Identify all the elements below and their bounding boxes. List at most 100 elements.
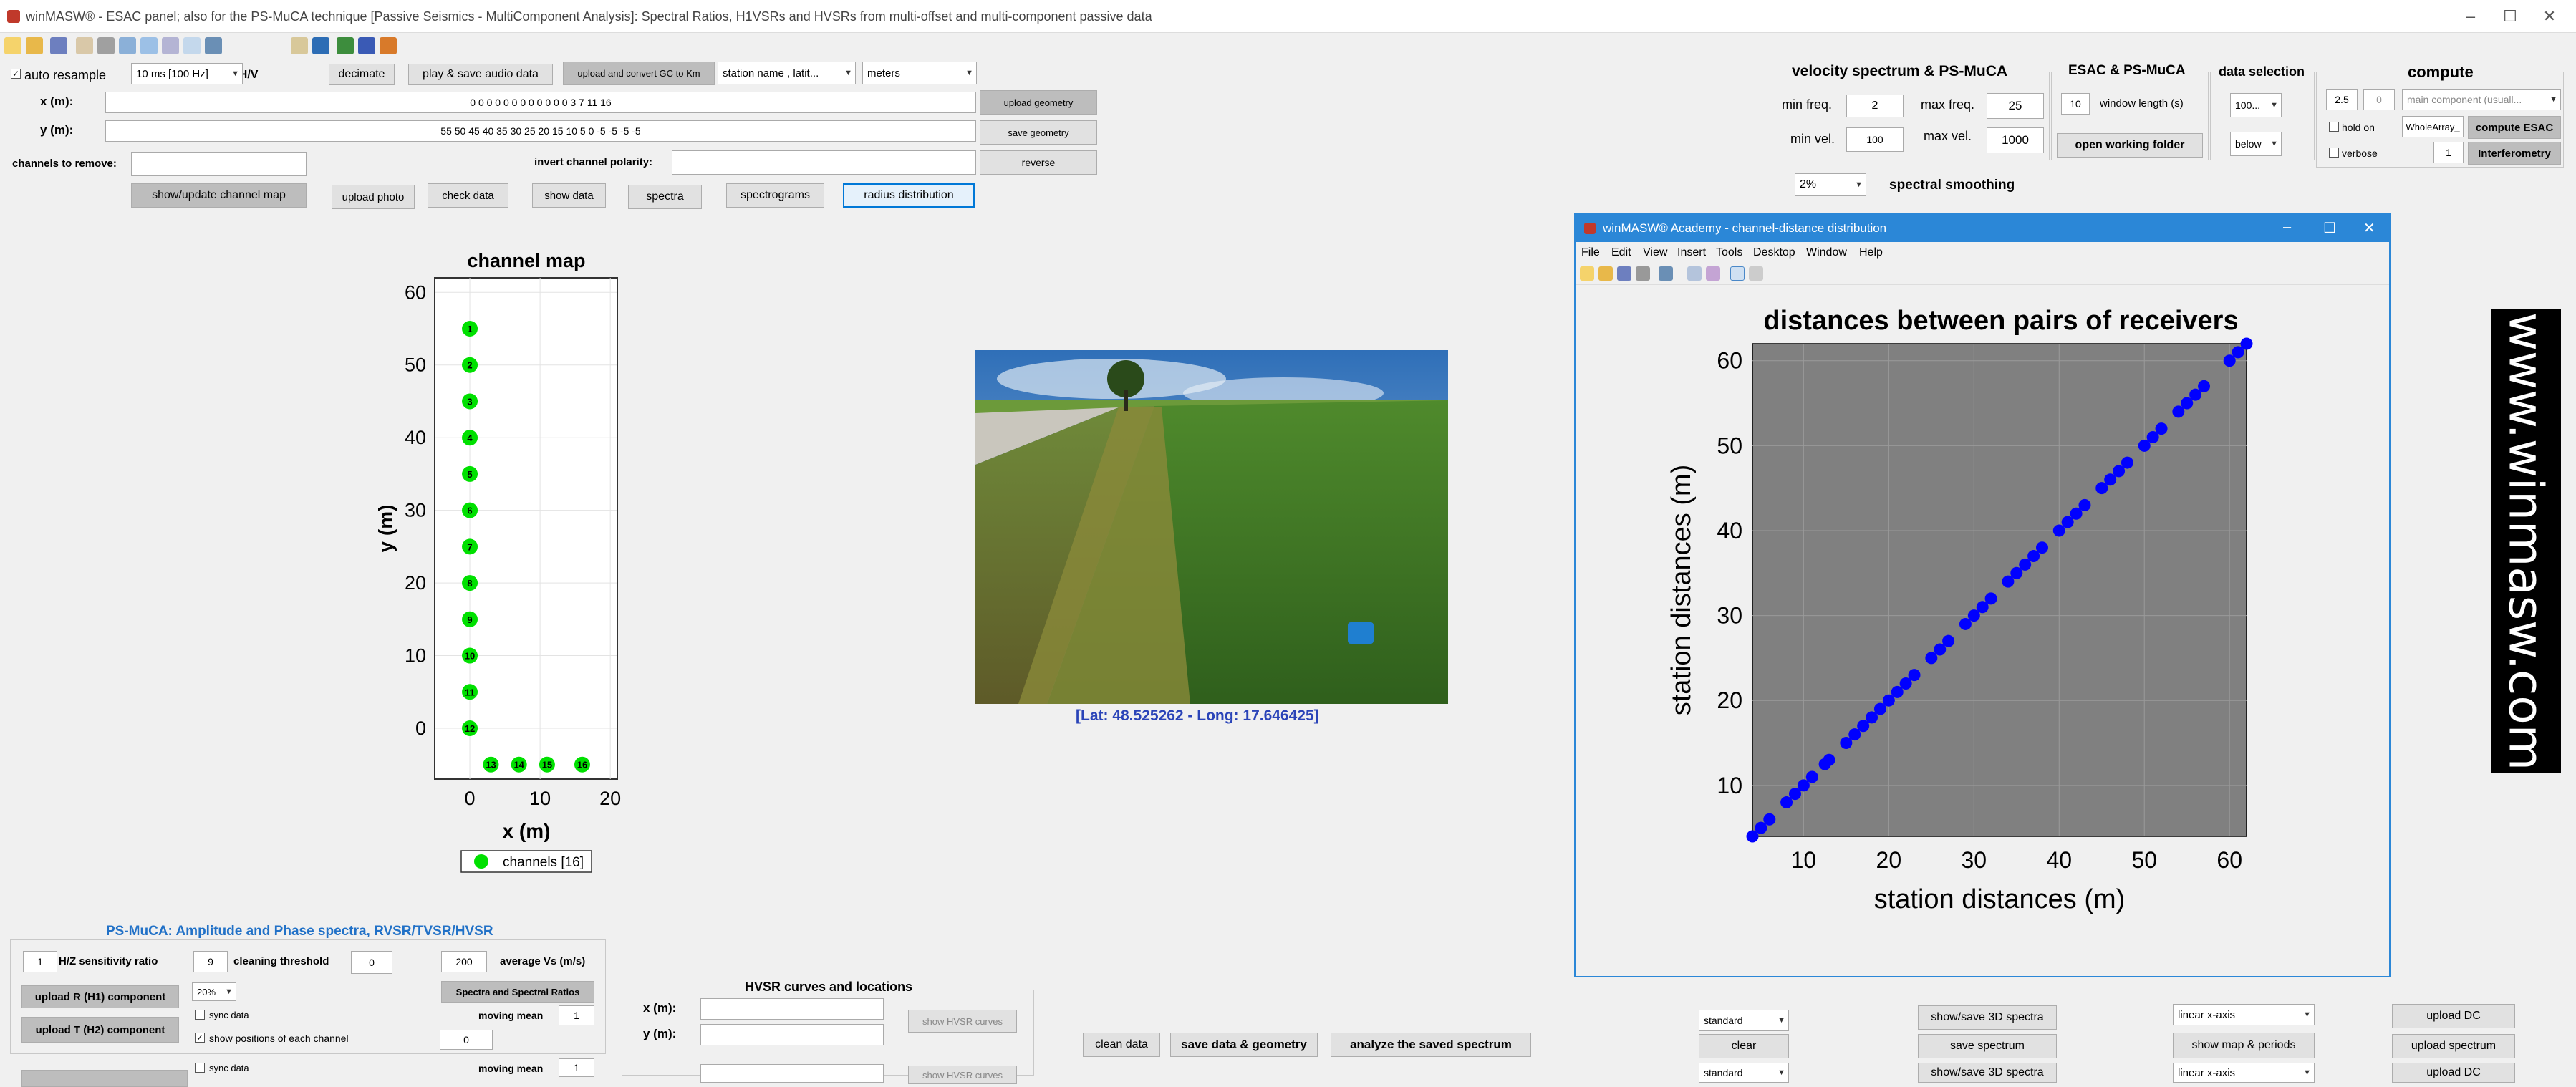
linear-axis-select[interactable]: linear x-axis ▼ [2173,1004,2315,1025]
verbose-value-input[interactable]: 1 [2433,142,2464,163]
show-map-periods-button[interactable]: show map & periods [2173,1033,2315,1058]
data-selection-select[interactable]: 100... ▼ [2230,93,2282,117]
max-freq-input[interactable]: 25 [1987,93,2044,119]
figure-maximize-button[interactable]: ☐ [2323,219,2336,237]
threshold-zero-input[interactable]: 0 [351,951,392,974]
hvsr-x-input-2[interactable] [700,1064,884,1083]
channels-remove-input[interactable] [131,152,307,176]
standard-select[interactable]: standard ▼ [1699,1010,1789,1031]
radius-distribution-button[interactable]: radius distribution [843,183,975,208]
x-coordinates-input[interactable]: 0 0 0 0 0 0 0 0 0 0 0 0 3 7 11 16 [105,92,976,113]
below-select[interactable]: below ▼ [2230,132,2282,156]
check-data-button[interactable]: check data [428,183,508,208]
interferometry-button[interactable]: Interferometry [2468,142,2561,165]
show-save-3d-spectra-button-2[interactable]: show/save 3D spectra [1918,1063,2057,1083]
invert-polarity-input[interactable] [672,150,976,175]
upload-geometry-button[interactable]: upload geometry [980,90,1097,115]
print-icon[interactable] [205,37,222,54]
hvsr-x-input[interactable] [700,998,884,1020]
reverse-button[interactable]: reverse [980,150,1097,175]
orange-icon[interactable] [380,37,397,54]
whole-array-input[interactable]: WholeArray_ [2402,116,2464,137]
fig-print-icon[interactable] [1636,266,1650,281]
sync-data-checkbox[interactable] [195,1010,205,1020]
book-icon[interactable] [358,37,375,54]
data-cursor-icon[interactable] [140,37,158,54]
fig-pointer-icon[interactable] [1730,266,1745,281]
fig-legend-icon[interactable] [1706,266,1720,281]
auto-resample-checkbox[interactable]: ✓ [11,69,21,79]
window-length-input[interactable]: 10 [2061,93,2090,115]
show-update-channel-map-button[interactable]: show/update channel map [131,183,307,208]
tool-icon[interactable] [291,37,308,54]
blue-icon[interactable] [312,37,329,54]
menu-help[interactable]: Help [1859,246,1883,259]
menu-insert[interactable]: Insert [1677,246,1706,259]
min-vel-input[interactable]: 100 [1846,127,1904,152]
show-data-button[interactable]: show data [532,183,606,208]
compute-value2-input[interactable]: 0 [2363,89,2395,110]
clean-data-button[interactable]: clean data [1083,1033,1160,1057]
decimate-button[interactable]: decimate [329,64,395,85]
upload-photo-button[interactable]: upload photo [332,185,415,209]
max-vel-input[interactable]: 1000 [1987,127,2044,153]
spectra-ratios-button[interactable]: Spectra and Spectral Ratios [441,981,594,1003]
hold-on-checkbox[interactable] [2329,122,2339,132]
station-name-select[interactable]: station name , latit... ▼ [718,62,856,84]
compute-esac-button[interactable]: compute ESAC [2468,116,2561,139]
fig-link-icon[interactable] [1659,266,1673,281]
moving-mean-input[interactable]: 1 [559,1005,594,1025]
y-coordinates-input[interactable]: 55 50 45 40 35 30 25 20 15 10 5 0 -5 -5 … [105,120,976,142]
upload-spectrum-button[interactable]: upload spectrum [2392,1034,2515,1058]
clear-button[interactable]: clear [1699,1034,1789,1058]
figure-minimize-button[interactable]: – [2283,219,2291,236]
cleaning-threshold-input[interactable]: 9 [193,951,228,972]
show-positions-checkbox[interactable]: ✓ [195,1033,205,1043]
units-select[interactable]: meters ▼ [862,62,977,84]
fig-new-icon[interactable] [1580,266,1594,281]
green-icon[interactable] [337,37,354,54]
fig-property-icon[interactable] [1749,266,1763,281]
menu-tools[interactable]: Tools [1716,246,1742,259]
show-save-3d-spectra-button[interactable]: show/save 3D spectra [1918,1005,2057,1030]
sync-data-checkbox-2[interactable] [195,1063,205,1073]
minimize-button[interactable]: – [2456,6,2485,27]
hvsr-y-input[interactable] [700,1024,884,1045]
fig-open-icon[interactable] [1598,266,1613,281]
menu-file[interactable]: File [1581,246,1600,259]
pan-icon[interactable] [97,37,115,54]
min-freq-input[interactable]: 2 [1846,95,1904,117]
linear-axis-select-2[interactable]: linear x-axis ▼ [2173,1063,2315,1083]
positions-zero-input[interactable]: 0 [440,1030,493,1050]
upload-dc-button-2[interactable]: upload DC [2392,1063,2515,1083]
play-save-audio-button[interactable]: play & save audio data [408,64,553,85]
component-select[interactable]: main component (usuall... ▼ [2402,89,2561,110]
fig-save-icon[interactable] [1617,266,1631,281]
save-geometry-button[interactable]: save geometry [980,120,1097,145]
menu-edit[interactable]: Edit [1611,246,1631,259]
spectra-button[interactable]: spectra [628,185,702,209]
upload-h-button-partial[interactable] [21,1070,188,1087]
upload-r-button[interactable]: upload R (H1) component [21,985,179,1008]
maximize-button[interactable]: ☐ [2496,6,2524,27]
grid-icon[interactable] [162,37,179,54]
show-hvsr-curves-button[interactable]: show HVSR curves [908,1010,1017,1033]
moving-mean-input-2[interactable]: 1 [559,1058,594,1077]
save-spectrum-button[interactable]: save spectrum [1918,1034,2057,1058]
menu-window[interactable]: Window [1806,246,1847,259]
fig-colorbar-icon[interactable] [1687,266,1702,281]
compute-value1-input[interactable]: 2.5 [2326,89,2358,110]
verbose-checkbox[interactable] [2329,148,2339,158]
smoothing-select[interactable]: 2% ▼ [1795,173,1866,196]
analyze-saved-spectrum-button[interactable]: analyze the saved spectrum [1331,1033,1531,1057]
save-data-geometry-button[interactable]: save data & geometry [1170,1033,1318,1057]
save-icon[interactable] [50,37,67,54]
open-working-folder-button[interactable]: open working folder [2057,133,2203,158]
figure-close-button[interactable]: ✕ [2363,219,2375,237]
colorbar-icon[interactable] [183,37,201,54]
standard-select-2[interactable]: standard ▼ [1699,1063,1789,1083]
percentage-select[interactable]: 20% ▼ [192,982,236,1001]
close-button[interactable]: ✕ [2535,6,2564,27]
upload-t-button[interactable]: upload T (H2) component [21,1017,179,1043]
sampling-select[interactable]: 10 ms [100 Hz] ▼ [131,63,243,84]
